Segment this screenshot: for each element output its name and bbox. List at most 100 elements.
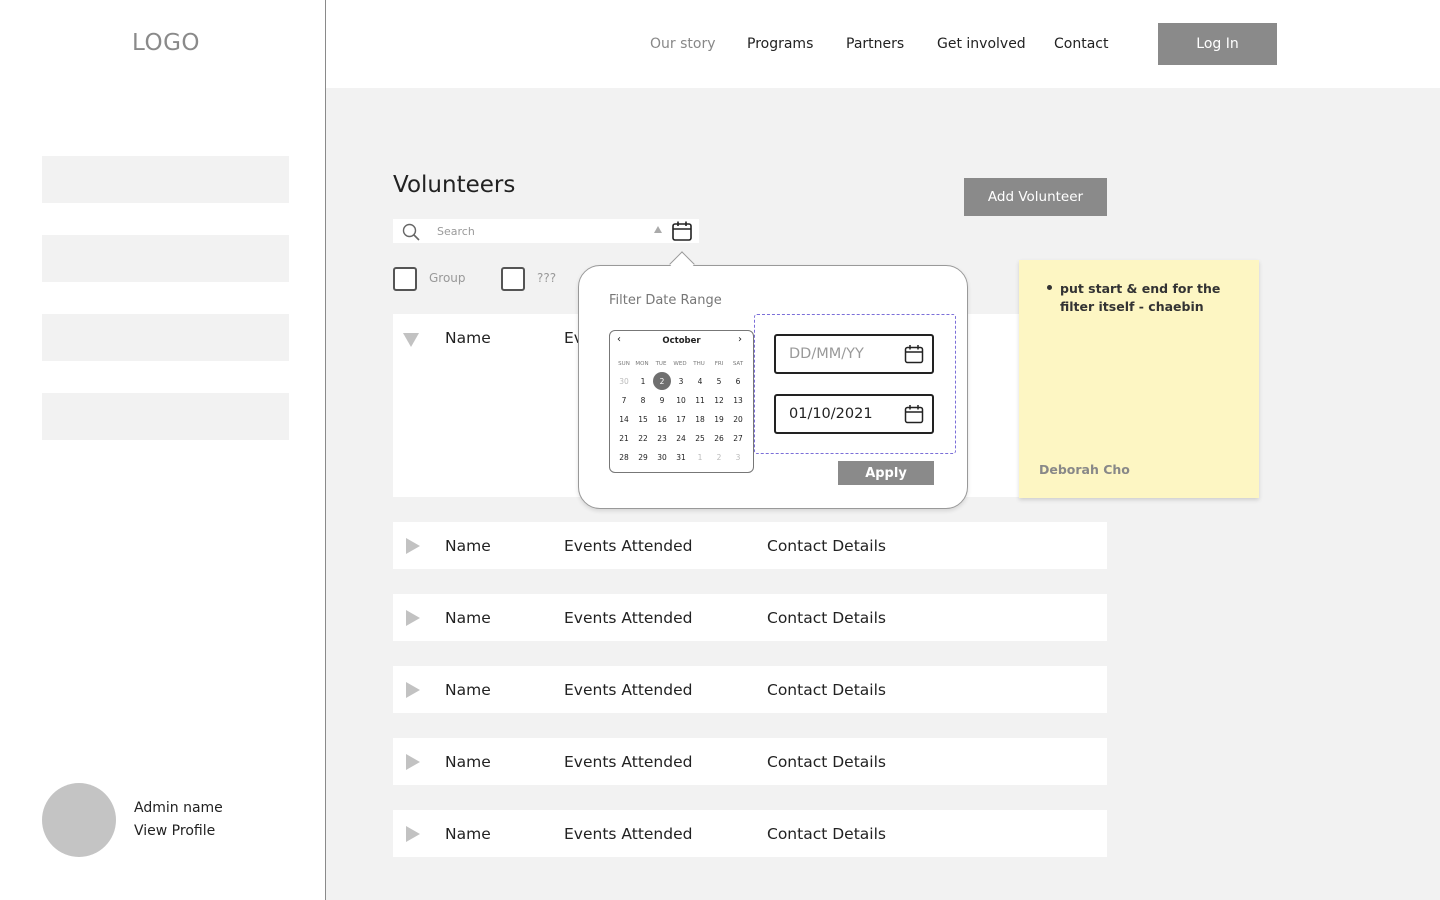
- calendar-day[interactable]: 20: [729, 410, 747, 428]
- calendar-day[interactable]: 6: [729, 372, 747, 390]
- row-contact: Contact Details: [767, 753, 886, 771]
- sticky-note-author: Deborah Cho: [1039, 462, 1130, 477]
- table-row[interactable]: [393, 666, 1107, 713]
- calendar-day[interactable]: 25: [691, 429, 709, 447]
- calendar-day[interactable]: 2: [710, 448, 728, 466]
- calendar-month: October: [662, 336, 701, 346]
- calendar-day[interactable]: 28: [615, 448, 633, 466]
- admin-name: Admin name: [134, 800, 223, 816]
- calendar-day[interactable]: 4: [691, 372, 709, 390]
- calendar-day[interactable]: 15: [634, 410, 652, 428]
- bullet-point: [1047, 285, 1052, 290]
- expand-arrow-icon[interactable]: [406, 538, 420, 554]
- calendar-day[interactable]: 14: [615, 410, 633, 428]
- weekday-label: WED: [673, 361, 687, 367]
- calendar-day[interactable]: 21: [615, 429, 633, 447]
- calendar-day[interactable]: 7: [615, 391, 633, 409]
- sidebar-item-1[interactable]: [42, 156, 289, 203]
- row-name: Name: [445, 329, 491, 347]
- expand-arrow-icon[interactable]: [406, 754, 420, 770]
- weekday-label: FRI: [714, 361, 724, 367]
- unknown-checkbox-label: ???: [537, 271, 557, 285]
- table-row[interactable]: [393, 594, 1107, 641]
- calendar-day[interactable]: 22: [634, 429, 652, 447]
- calendar-day[interactable]: 18: [691, 410, 709, 428]
- login-button[interactable]: Log In: [1158, 23, 1277, 65]
- calendar-icon[interactable]: [904, 344, 924, 364]
- view-profile-link[interactable]: View Profile: [134, 823, 215, 839]
- calendar-day[interactable]: 19: [710, 410, 728, 428]
- row-name: Name: [445, 681, 491, 699]
- calendar-day[interactable]: 9: [653, 391, 671, 409]
- calendar-day[interactable]: 17: [672, 410, 690, 428]
- calendar-day[interactable]: 29: [634, 448, 652, 466]
- row-name: Name: [445, 825, 491, 843]
- table-row[interactable]: [393, 810, 1107, 857]
- table-row[interactable]: [393, 738, 1107, 785]
- row-events: Events Attended: [564, 753, 693, 771]
- calendar-day[interactable]: 23: [653, 429, 671, 447]
- sidebar-item-2[interactable]: [42, 235, 289, 282]
- calendar-day[interactable]: 26: [710, 429, 728, 447]
- unknown-checkbox[interactable]: [501, 267, 525, 291]
- calendar-icon[interactable]: [904, 404, 924, 424]
- calendar-day[interactable]: 2: [653, 372, 671, 390]
- group-checkbox[interactable]: [393, 267, 417, 291]
- weekday-label: THU: [693, 361, 705, 367]
- weekday-label: SAT: [732, 361, 744, 367]
- weekday-label: MON: [635, 361, 649, 367]
- row-contact: Contact Details: [767, 681, 886, 699]
- apply-button[interactable]: Apply: [838, 461, 934, 485]
- weekday-label: TUE: [655, 361, 667, 367]
- calendar-day[interactable]: 8: [634, 391, 652, 409]
- calendar-day[interactable]: 1: [691, 448, 709, 466]
- add-volunteer-button[interactable]: Add Volunteer: [964, 178, 1107, 216]
- start-date-input[interactable]: [789, 342, 899, 366]
- end-date-input[interactable]: [789, 402, 899, 426]
- calendar-day[interactable]: 11: [691, 391, 709, 409]
- calendar-day[interactable]: 31: [672, 448, 690, 466]
- calendar-day[interactable]: 12: [710, 391, 728, 409]
- expand-arrow-icon[interactable]: [406, 826, 420, 842]
- nav-link-partners[interactable]: Partners: [846, 36, 904, 52]
- expand-arrow-icon[interactable]: [406, 610, 420, 626]
- group-checkbox-label: Group: [429, 271, 466, 285]
- calendar-day[interactable]: 5: [710, 372, 728, 390]
- calendar-day[interactable]: 30: [615, 372, 633, 390]
- calendar-day[interactable]: 3: [672, 372, 690, 390]
- row-name: Name: [445, 609, 491, 627]
- collapse-arrow-icon[interactable]: [403, 333, 419, 347]
- calendar-day[interactable]: 13: [729, 391, 747, 409]
- sidebar-item-4[interactable]: [42, 393, 289, 440]
- row-events: Events Attended: [564, 537, 693, 555]
- page-title: Volunteers: [393, 172, 516, 198]
- avatar[interactable]: [42, 783, 116, 857]
- calendar-day[interactable]: 27: [729, 429, 747, 447]
- calendar-day[interactable]: 16: [653, 410, 671, 428]
- nav-link-our-story[interactable]: Our story: [650, 36, 716, 52]
- table-row[interactable]: [393, 522, 1107, 569]
- sidebar-item-3[interactable]: [42, 314, 289, 361]
- row-events: Events Attended: [564, 609, 693, 627]
- calendar-day[interactable]: 3: [729, 448, 747, 466]
- calendar-day[interactable]: 24: [672, 429, 690, 447]
- calendar-day[interactable]: 30: [653, 448, 671, 466]
- nav-link-get-involved[interactable]: Get involved: [937, 36, 1026, 52]
- row-events: Events Attended: [564, 825, 693, 843]
- row-events: Events Attended: [564, 681, 693, 699]
- row-contact: Contact Details: [767, 609, 886, 627]
- search-input[interactable]: [437, 222, 647, 240]
- row-contact: Contact Details: [767, 825, 886, 843]
- calendar-day[interactable]: 10: [672, 391, 690, 409]
- nav-link-programs[interactable]: Programs: [747, 36, 813, 52]
- calendar-day[interactable]: 1: [634, 372, 652, 390]
- row-name: Name: [445, 753, 491, 771]
- sidebar: [0, 0, 326, 900]
- sort-up-icon[interactable]: [654, 226, 662, 233]
- calendar-icon[interactable]: [671, 220, 693, 242]
- nav-link-contact[interactable]: Contact: [1054, 36, 1108, 52]
- logo[interactable]: LOGO: [132, 30, 200, 56]
- expand-arrow-icon[interactable]: [406, 682, 420, 698]
- popover-title: Filter Date Range: [609, 293, 722, 308]
- sticky-note-text: put start & end for the filter itself - …: [1060, 281, 1221, 314]
